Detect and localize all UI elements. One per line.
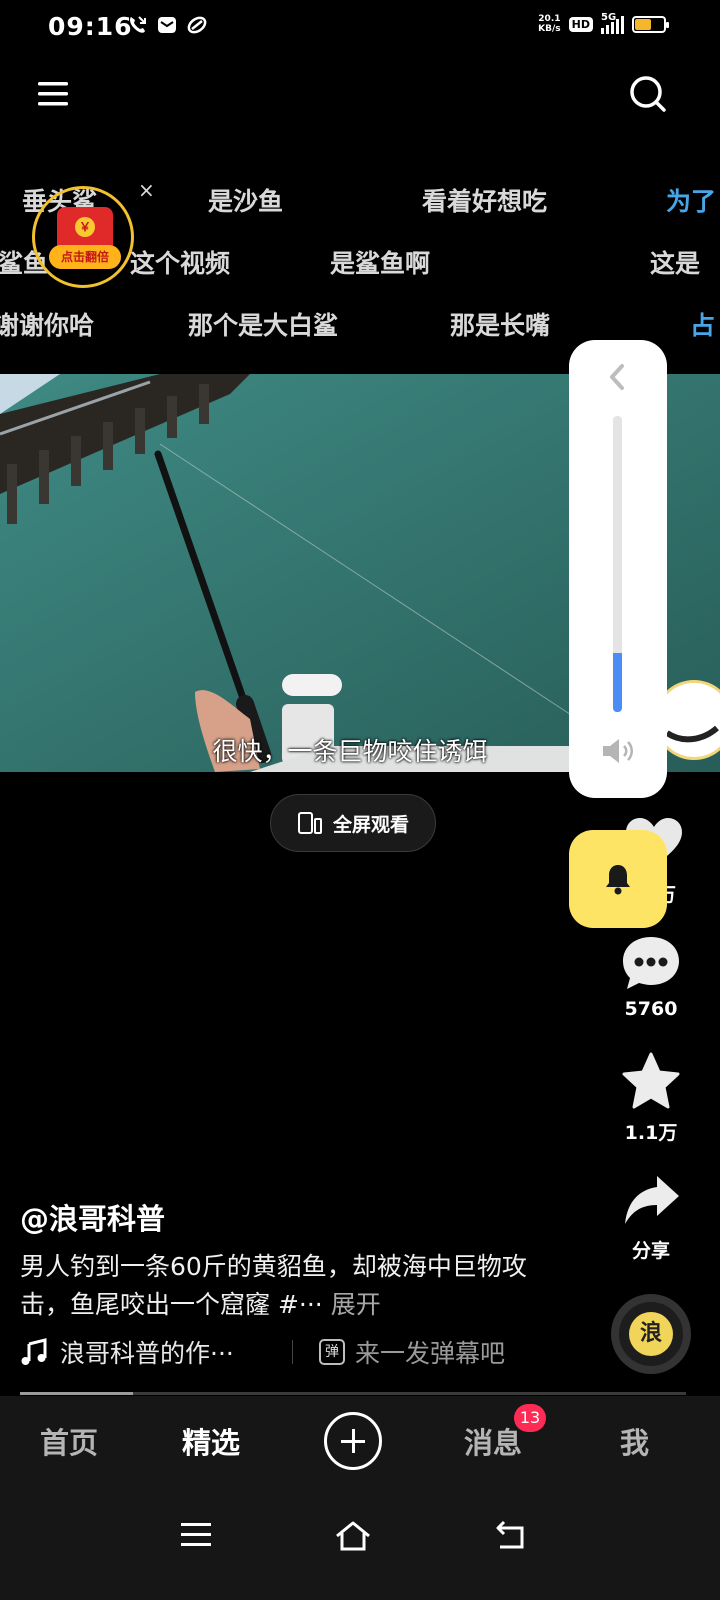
status-system-icons: 20.1 KB/s HD 5G (538, 12, 669, 34)
red-packet-label: 点击翻倍 (49, 245, 121, 269)
progress-fill (20, 1392, 134, 1395)
back-icon[interactable] (494, 1520, 528, 1550)
net-speed: 20.1 KB/s (538, 14, 561, 34)
do-not-disturb-button[interactable] (569, 830, 667, 928)
link-icon (187, 16, 207, 34)
danmaku-item: 为了 (666, 187, 717, 216)
music-row[interactable]: 浪哥科普的作··· (20, 1334, 234, 1370)
danmaku-placeholder: 来一发弹幕吧 (355, 1339, 506, 1368)
music-note-icon (21, 1338, 47, 1365)
tab-messages[interactable]: 消息 (464, 1420, 522, 1462)
music-title: 浪哥科普的作··· (60, 1339, 234, 1368)
tab-featured[interactable]: 精选 (182, 1420, 240, 1462)
volume-slider[interactable] (613, 416, 622, 712)
danmaku-item: 那个是大白鲨 (188, 311, 339, 340)
danmaku-item: 这个视频 (130, 249, 231, 278)
recent-apps-icon[interactable] (180, 1520, 212, 1550)
chevron-left-icon[interactable] (605, 362, 629, 392)
status-time: 09:16 (48, 12, 133, 41)
fullscreen-button[interactable]: 全屏观看 (270, 794, 436, 852)
speaker-icon[interactable] (601, 736, 635, 766)
music-disc[interactable]: 浪 (611, 1294, 691, 1374)
system-nav-bar (0, 1492, 720, 1600)
tab-me[interactable]: 我 (620, 1420, 649, 1462)
home-icon[interactable] (334, 1520, 372, 1552)
missed-call-icon (130, 16, 146, 33)
bell-icon (606, 865, 630, 895)
divider (292, 1340, 293, 1364)
comment-icon[interactable] (621, 935, 681, 991)
red-packet-widget[interactable]: ￥ 点击翻倍 (32, 186, 134, 288)
favorite-count: 1.1万 (624, 1122, 678, 1144)
search-icon[interactable] (628, 74, 668, 114)
video-progress-bar[interactable] (20, 1392, 686, 1395)
status-bar: 09:16 20.1 KB/s HD 5G (0, 0, 720, 56)
create-button[interactable] (324, 1412, 382, 1470)
danmaku-item: 看着好想吃 (422, 187, 548, 216)
danmaku-item: 占 (690, 311, 716, 340)
danmaku-item: 是沙鱼 (208, 187, 284, 216)
comment-count: 5760 (624, 998, 678, 1020)
rotate-screen-icon (297, 812, 322, 834)
battery-icon (632, 15, 669, 33)
danmaku-item: 是鲨鱼啊 (330, 249, 431, 278)
share-label: 分享 (631, 1240, 670, 1262)
fullscreen-label: 全屏观看 (332, 813, 409, 836)
mail-icon (158, 17, 176, 33)
hd-icon: HD (568, 16, 593, 32)
volume-level (613, 652, 622, 712)
danmaku-icon: 弹 (319, 1339, 345, 1365)
disc-logo: 浪 (629, 1312, 673, 1356)
expand-link[interactable]: 展开 (331, 1290, 381, 1319)
signal-icon: 5G (601, 12, 624, 34)
danmaku-input[interactable]: 弹 来一发弹幕吧 (292, 1334, 505, 1370)
status-notification-icons (126, 14, 208, 36)
menu-icon[interactable] (36, 78, 70, 110)
danmaku-item: 这是 (650, 249, 701, 278)
author-name[interactable]: @浪哥科普 (20, 1196, 165, 1238)
danmaku-item: 谢谢你哈 (0, 311, 95, 340)
description-text: 男人钓到一条60斤的黄貂鱼，却被海中巨物攻击，鱼尾咬出一个窟窿 #··· (20, 1252, 527, 1319)
volume-panel[interactable] (569, 340, 667, 798)
video-description: 男人钓到一条60斤的黄貂鱼，却被海中巨物攻击，鱼尾咬出一个窟窿 #··· 展开 (20, 1248, 540, 1324)
share-icon[interactable] (623, 1174, 681, 1226)
messages-badge: 13 (514, 1404, 546, 1432)
tab-home[interactable]: 首页 (40, 1420, 98, 1462)
danmaku-item: 那是长嘴 (450, 311, 551, 340)
coin-icon: ￥ (75, 217, 95, 237)
close-icon[interactable]: × (138, 178, 155, 202)
bottom-tab-bar: 首页 精选 消息 13 我 (0, 1396, 720, 1492)
star-icon[interactable] (621, 1052, 681, 1110)
